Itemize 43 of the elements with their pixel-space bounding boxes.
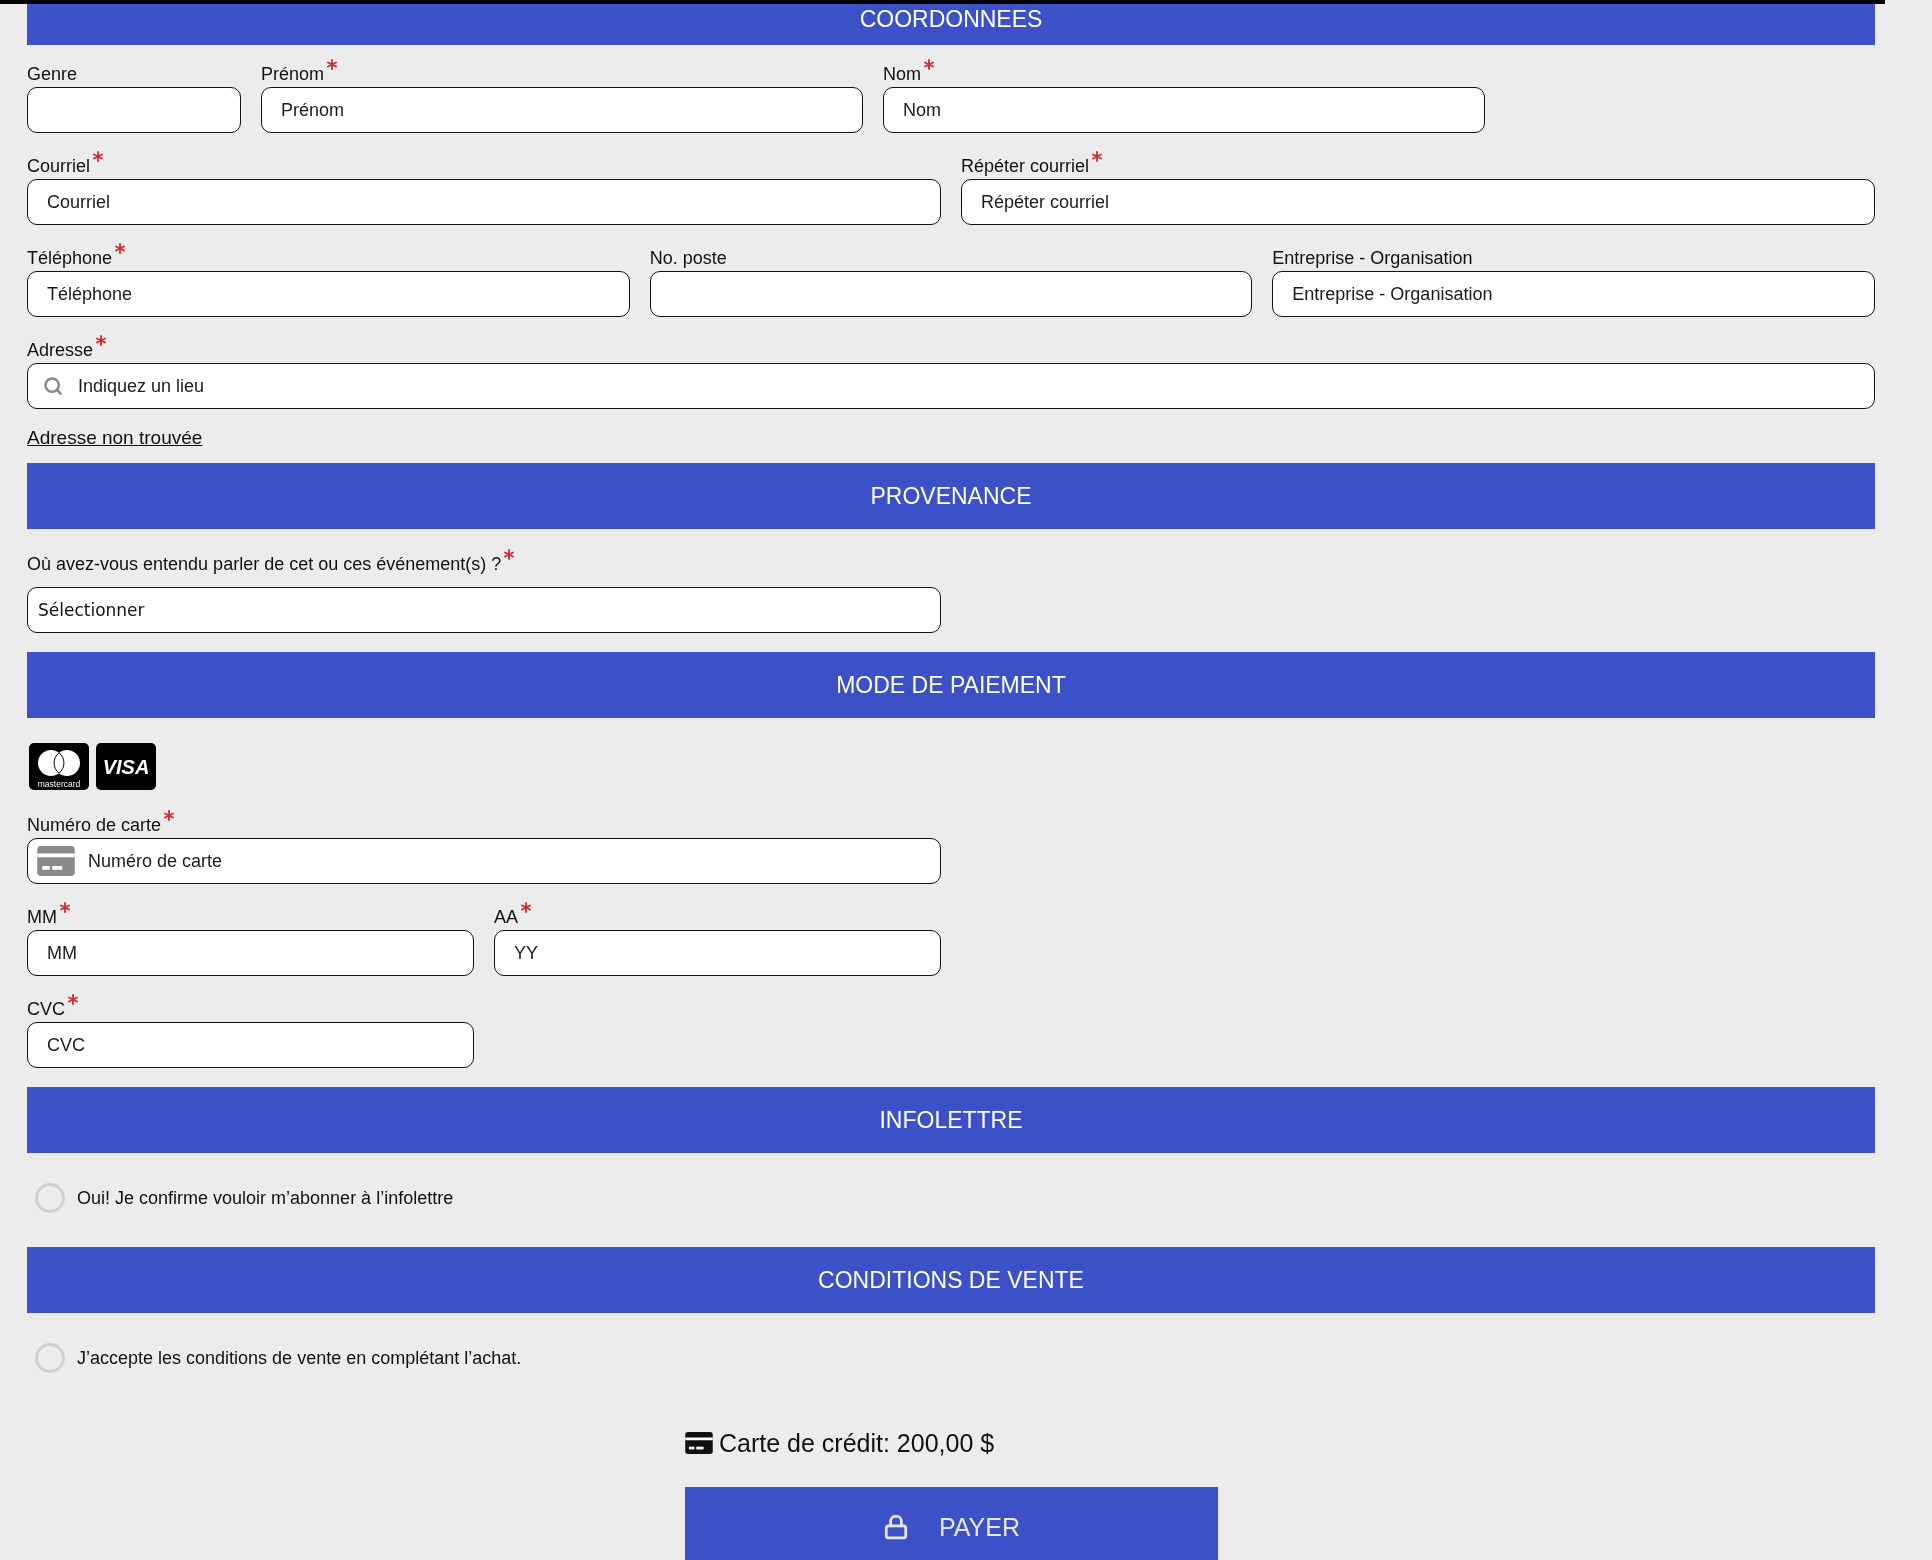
input-field[interactable] [649,271,1253,317]
input-field[interactable]: MM [27,930,474,976]
field-label: Entreprise - Organisation [1272,247,1473,269]
input-field[interactable]: CVC [27,1022,474,1068]
input-field[interactable]: Répéter courriel [961,179,1875,225]
field-label: Prénom [261,63,325,85]
field-label: MM [27,906,57,928]
radio-label: Oui! Je confirme vouloir m’abonner à l’infolettre [77,1187,454,1209]
radio-label: J’accepte les conditions de vente en complétant l’achat. [77,1347,522,1369]
input-field[interactable]: Prénom [261,87,863,133]
field-label: Nom [883,63,921,85]
pay-button[interactable]: PAYER [685,1487,1218,1560]
input-field[interactable]: YY [494,930,941,976]
input-field[interactable]: Indiquez un lieu [27,363,1875,409]
radio-button[interactable] [35,1343,65,1373]
field-label: AA [494,906,518,928]
mastercard-logo: mastercard [29,743,89,790]
input-field[interactable]: Courriel [27,179,941,225]
field-label: Genre [27,63,78,85]
input-field[interactable]: Téléphone [27,271,630,317]
select-dropdown[interactable]: Sélectionner [27,587,941,633]
question-label: Où avez-vous entendu parler de cet ou ces événement(s) ? [27,553,502,575]
input-field[interactable]: Nom [883,87,1485,133]
section-header: PROVENANCE [27,463,1875,529]
input-field[interactable] [27,87,241,133]
section-header: INFOLETTRE [27,1087,1875,1153]
field-label: Courriel [27,155,91,177]
section-header: MODE DE PAIEMENT [27,652,1875,718]
input-field[interactable]: Entreprise - Organisation [1272,271,1875,317]
field-label: No. poste [649,247,727,269]
total-amount: Carte de crédit: 200,00 $ [719,1428,995,1458]
field-label: Téléphone [27,247,113,269]
visa-logo: VISA [96,743,156,790]
field-label: Adresse [27,339,94,361]
lock-icon [882,1514,909,1540]
field-label: Numéro de carte [27,814,162,836]
radio-button[interactable] [35,1183,65,1213]
input-field[interactable]: Numéro de carte [27,838,941,884]
address-not-found-link[interactable]: Adresse non trouvée [27,427,203,449]
credit-card-icon [685,1432,713,1454]
section-header: CONDITIONS DE VENTE [27,1247,1875,1313]
field-label: Répéter courriel [961,155,1090,177]
field-label: CVC [27,998,65,1020]
